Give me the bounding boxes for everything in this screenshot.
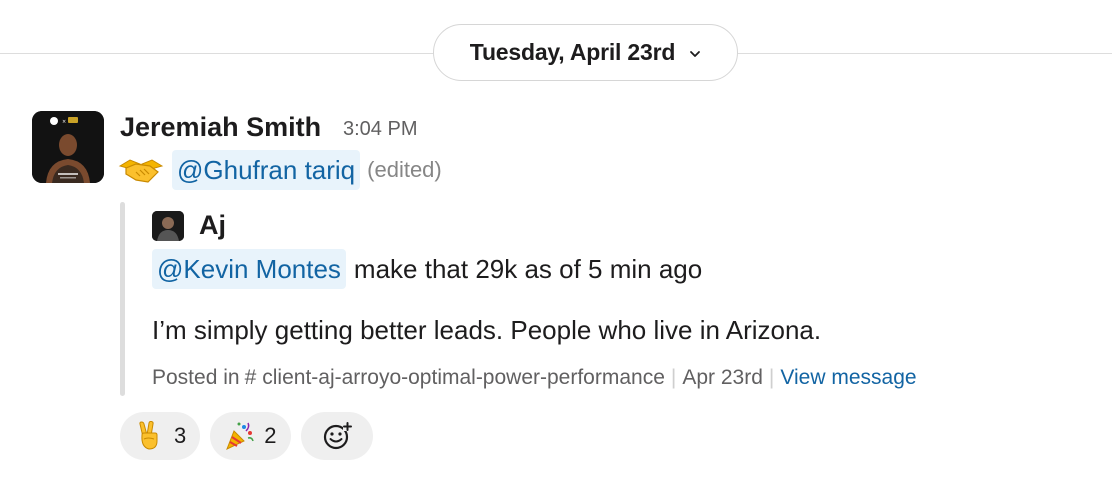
quoted-author-avatar-image xyxy=(152,211,184,241)
quoted-line-2: I’m simply getting better leads. People … xyxy=(152,315,822,345)
sender-avatar-image: × xyxy=(32,111,104,183)
posted-in-label: Posted in xyxy=(152,366,240,389)
quoted-line-1-text: make that 29k as of 5 min ago xyxy=(353,253,703,284)
quoted-line-1: @Kevin Montes make that 29k as of 5 min … xyxy=(152,246,702,292)
sender-avatar[interactable]: × xyxy=(32,111,104,183)
quoted-author-avatar[interactable] xyxy=(152,211,184,241)
svg-text:×: × xyxy=(62,119,66,125)
quoted-meta: Posted in # client-aj-arroyo-optimal-power… xyxy=(152,363,917,393)
message-body: @Ghufran tariq (edited) xyxy=(118,148,442,192)
reaction-count: 3 xyxy=(174,423,187,448)
view-message-link[interactable]: View message xyxy=(780,366,916,389)
meta-separator: | xyxy=(768,366,775,389)
edited-label: (edited) xyxy=(367,157,442,182)
reactions-bar: 3 2 xyxy=(120,412,373,460)
reaction-victory-hand[interactable]: 3 xyxy=(120,412,201,460)
channel-hash-icon: # xyxy=(244,366,257,389)
quote-bar xyxy=(120,202,125,396)
handshake-icon xyxy=(118,159,164,183)
meta-separator: | xyxy=(670,366,677,389)
channel-link[interactable]: client-aj-arroyo-optimal-power-performan… xyxy=(262,366,665,389)
reaction-count: 2 xyxy=(264,423,277,448)
quoted-date[interactable]: Apr 23rd xyxy=(682,366,763,389)
sender-name[interactable]: Jeremiah Smith xyxy=(120,110,321,144)
chevron-down-icon xyxy=(690,50,701,57)
reaction-party-popper[interactable]: 2 xyxy=(210,412,291,460)
party-popper-icon xyxy=(226,422,254,450)
date-divider-label: Tuesday, April 23rd xyxy=(469,39,676,65)
quoted-user-mention[interactable]: @Kevin Montes xyxy=(152,249,346,289)
add-reaction-icon xyxy=(323,422,352,450)
message-timestamp[interactable]: 3:04 PM xyxy=(343,117,417,141)
quoted-author-name[interactable]: Aj xyxy=(199,208,226,242)
date-divider-button[interactable]: Tuesday, April 23rd xyxy=(433,24,738,81)
user-mention[interactable]: @Ghufran tariq xyxy=(172,150,361,190)
add-reaction-button[interactable] xyxy=(300,412,373,460)
victory-hand-icon xyxy=(139,421,158,450)
